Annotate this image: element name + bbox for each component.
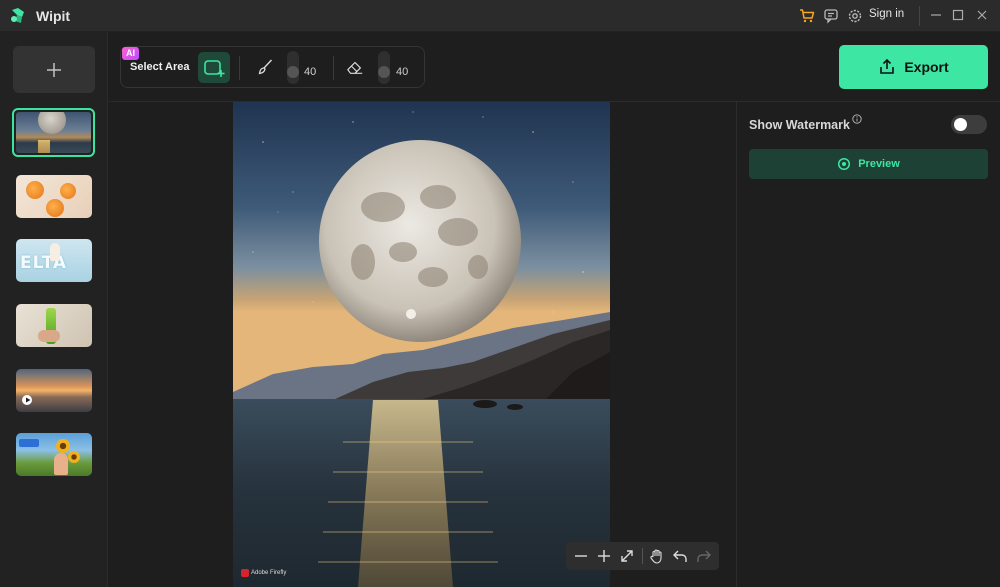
thumbnail-sunflowers-woman[interactable]	[16, 433, 92, 476]
canvas-image[interactable]	[233, 102, 610, 587]
close-icon[interactable]	[975, 8, 989, 22]
minimize-icon[interactable]	[929, 8, 943, 22]
export-upload-icon	[880, 58, 895, 74]
select-area-icon	[204, 59, 225, 77]
thumbnail-sidebar: ELTA	[0, 32, 108, 587]
title-bar: Wipit Sign in	[0, 0, 1000, 32]
adobe-firefly-credit: Adobe Firefly	[241, 569, 286, 577]
moon-seascape-image	[233, 102, 610, 587]
sign-in-link[interactable]: Sign in	[869, 8, 904, 20]
zoom-in-icon[interactable]	[596, 548, 612, 564]
thumbnail-moon-seascape[interactable]	[12, 108, 95, 157]
fit-screen-icon[interactable]	[619, 548, 635, 564]
controls-separator	[642, 548, 643, 564]
app-title: Wipit	[36, 8, 71, 24]
show-watermark-label: Show Watermark	[749, 118, 850, 132]
ai-badge: AI	[122, 47, 139, 60]
adobe-firefly-logo-icon	[241, 569, 249, 577]
brush-size-slider[interactable]	[287, 51, 299, 84]
preview-button[interactable]: Preview	[749, 149, 988, 179]
toolbar-separator	[333, 56, 334, 80]
thumbnail-sunset-beach-video[interactable]	[16, 369, 92, 412]
undo-icon[interactable]	[672, 548, 688, 564]
editing-toolbar: AI Select Area 40 40	[120, 46, 425, 88]
info-icon[interactable]	[852, 114, 862, 124]
toolbar-separator	[239, 56, 240, 80]
select-area-button[interactable]	[198, 52, 230, 83]
eraser-size-slider[interactable]	[378, 51, 390, 84]
thumbnail-green-bottle[interactable]	[16, 304, 92, 347]
watermark-toggle[interactable]	[951, 115, 987, 134]
settings-gear-icon[interactable]	[847, 8, 863, 24]
wipit-logo-icon	[11, 8, 24, 23]
eraser-icon[interactable]	[346, 58, 364, 76]
thumbnail-ice-cream-text[interactable]: ELTA	[16, 239, 92, 282]
brush-size-value: 40	[304, 66, 317, 78]
export-button[interactable]: Export	[839, 45, 988, 89]
feedback-icon[interactable]	[823, 8, 839, 24]
hand-pan-icon[interactable]	[649, 548, 665, 564]
zoom-out-icon[interactable]	[573, 548, 589, 564]
toggle-knob	[954, 118, 967, 131]
app-window: Wipit Sign in ELTA AI Select Area 40 40 …	[0, 0, 1000, 587]
eye-icon	[838, 157, 851, 171]
plus-icon	[47, 62, 61, 77]
cart-icon[interactable]	[799, 8, 815, 24]
eraser-size-value: 40	[396, 66, 409, 78]
credit-text: Adobe Firefly	[251, 570, 287, 576]
redo-icon[interactable]	[696, 548, 712, 564]
export-label: Export	[904, 59, 949, 75]
select-area-label: Select Area	[130, 61, 190, 73]
maximize-icon[interactable]	[951, 8, 965, 22]
brush-icon[interactable]	[256, 58, 274, 76]
thumbnail-oranges[interactable]	[16, 175, 92, 218]
play-icon	[26, 397, 31, 403]
add-image-button[interactable]	[13, 46, 95, 93]
title-separator	[919, 6, 920, 26]
preview-label: Preview	[858, 158, 900, 170]
